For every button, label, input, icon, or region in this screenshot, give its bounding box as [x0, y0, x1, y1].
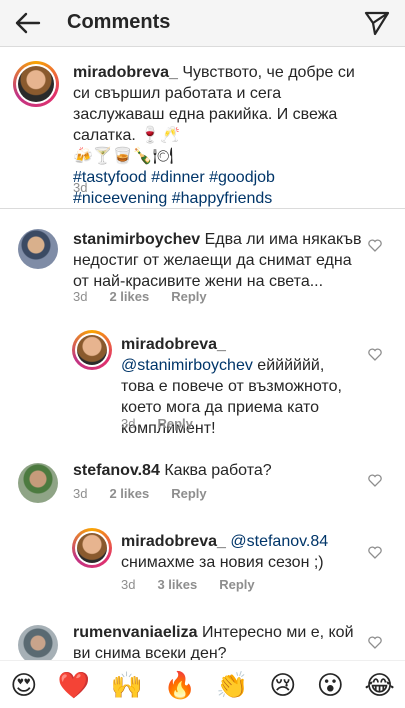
red-heart-emoji-button[interactable]: ❤️: [58, 672, 90, 698]
caption-hashtags-1[interactable]: #tastyfood #dinner #goodjob: [73, 169, 275, 186]
caption: miradobreva_ Чувството, че добре си си с…: [0, 46, 405, 209]
comment-likes[interactable]: 3 likes: [157, 577, 197, 592]
reply-button[interactable]: Reply: [157, 416, 192, 431]
comment-meta: 3d Reply: [121, 416, 193, 431]
caption-hashtags-2[interactable]: #niceevening #happyfriends: [73, 190, 272, 207]
caption-emojis-2: 🍻🍸🥃🍾🍽: [73, 148, 173, 165]
heart-icon[interactable]: [368, 636, 382, 649]
comment-body: Каква работа?: [164, 462, 272, 479]
heart-icon[interactable]: [368, 546, 382, 559]
comment-username[interactable]: stanimirboychev: [73, 231, 200, 248]
top-bar: Comments: [0, 0, 405, 47]
comment-meta: 3d 2 likes Reply: [73, 486, 207, 501]
comment-time: 3d: [73, 486, 88, 501]
comment-time: 3d: [73, 289, 88, 304]
comment-username[interactable]: miradobreva_: [121, 533, 226, 550]
reply-button[interactable]: Reply: [219, 577, 254, 592]
avatar[interactable]: [18, 229, 58, 269]
comment-text: miradobreva_ @stefanov.84 снимахме за но…: [121, 531, 361, 573]
heart-eyes-emoji-button[interactable]: 😍: [10, 672, 37, 698]
arrow-left-icon[interactable]: [12, 8, 42, 38]
avatar[interactable]: [13, 61, 59, 107]
comment-time: 3d: [121, 416, 136, 431]
avatar[interactable]: [18, 463, 58, 503]
crying-emoji-button[interactable]: 😢: [269, 672, 296, 698]
comment-username[interactable]: rumenvaniaeliza: [73, 624, 198, 641]
comment-username[interactable]: miradobreva_: [121, 336, 226, 353]
tears-of-joy-emoji-button[interactable]: 😂: [364, 672, 394, 698]
caption-username[interactable]: miradobreva_: [73, 64, 178, 81]
fire-emoji-button[interactable]: 🔥: [164, 672, 196, 698]
comment-time: 3d: [121, 577, 136, 592]
comment-text: rumenvaniaeliza Интересно ми е, кой ви с…: [73, 622, 363, 664]
comment-username[interactable]: stefanov.84: [73, 462, 160, 479]
caption-time: 3d: [73, 180, 88, 195]
comment-mention[interactable]: @stefanov.84: [230, 533, 328, 550]
caption-text: miradobreva_ Чувството, че добре си си с…: [73, 62, 373, 209]
reply-button[interactable]: Reply: [171, 486, 206, 501]
reply-button[interactable]: Reply: [171, 289, 206, 304]
comment-text: stefanov.84 Каква работа?: [73, 460, 363, 481]
raised-hands-emoji-button[interactable]: 🙌: [111, 672, 143, 698]
comment-meta: 3d 2 likes Reply: [73, 289, 207, 304]
heart-icon[interactable]: [368, 474, 382, 487]
avatar[interactable]: [18, 625, 58, 665]
paper-plane-icon[interactable]: [363, 9, 391, 37]
caption-meta: 3d: [73, 180, 87, 195]
comment-body: снимахме за новия сезон ;): [121, 554, 324, 571]
comment-text: stanimirboychev Едва ли има някакъв недо…: [73, 229, 363, 292]
emoji-reaction-bar: 😍 ❤️ 🙌 🔥 👏 😢 😮 😂: [0, 660, 405, 708]
heart-icon[interactable]: [368, 348, 382, 361]
avatar[interactable]: [72, 330, 112, 370]
clapping-emoji-button[interactable]: 👏: [216, 672, 248, 698]
comment-likes[interactable]: 2 likes: [109, 289, 149, 304]
heart-icon[interactable]: [368, 239, 382, 252]
surprised-emoji-button[interactable]: 😮: [317, 672, 344, 698]
comment-mention[interactable]: @stanimirboychev: [121, 357, 253, 374]
page-title: Comments: [67, 11, 171, 33]
comment-meta: 3d 3 likes Reply: [121, 577, 255, 592]
caption-emojis-1: 🍷🥂: [140, 127, 181, 144]
avatar[interactable]: [72, 528, 112, 568]
comment-likes[interactable]: 2 likes: [109, 486, 149, 501]
